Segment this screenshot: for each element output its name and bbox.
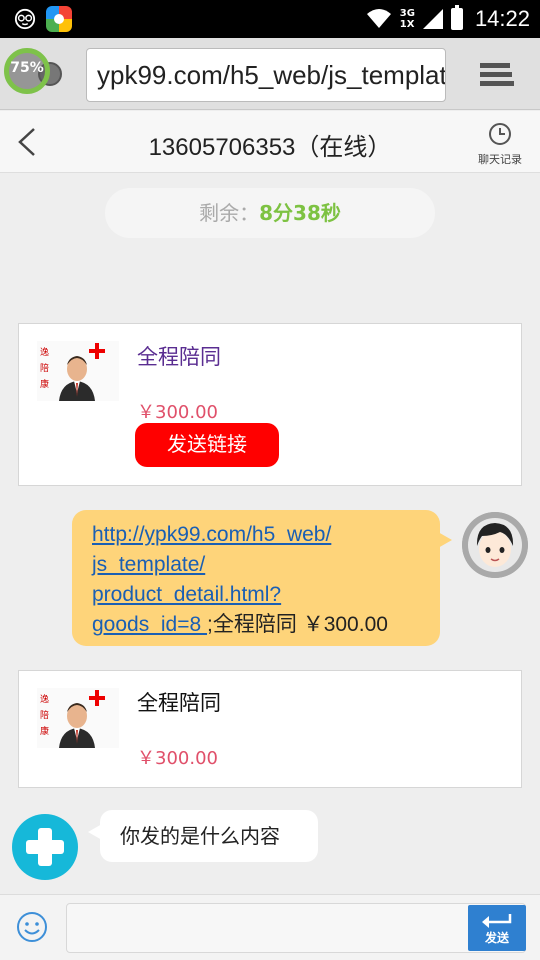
doctor-avatar-icon: 逸 陪 康 bbox=[37, 688, 119, 748]
send-link-button[interactable]: 发送链接 bbox=[135, 423, 279, 467]
product-name: 全程陪同 bbox=[137, 691, 221, 715]
chat-history-button[interactable]: 聊天记录 bbox=[470, 121, 530, 171]
service-avatar[interactable] bbox=[12, 814, 78, 880]
svg-text:陪: 陪 bbox=[40, 709, 49, 721]
status-left bbox=[14, 6, 72, 32]
network-type-top: 3G bbox=[399, 8, 415, 19]
svg-text:陪: 陪 bbox=[40, 362, 49, 374]
emoji-icon[interactable] bbox=[16, 911, 48, 943]
message-input-bar: 发送 bbox=[0, 894, 540, 960]
svg-text:逸: 逸 bbox=[40, 694, 49, 705]
network-type-bottom: 1X bbox=[399, 19, 415, 30]
battery-icon bbox=[450, 5, 463, 30]
signal-icon bbox=[422, 9, 443, 29]
status-bar: 3G 1X 14:22 bbox=[0, 0, 540, 38]
url-bar[interactable]: ypk99.com/h5_web/js_template/ bbox=[86, 48, 446, 102]
doctor-avatar-icon: 逸 陪 康 bbox=[37, 341, 119, 401]
svg-text:康: 康 bbox=[40, 725, 49, 737]
remaining-time-value: 8分38秒 bbox=[259, 201, 341, 225]
user-message-bubble: http://ypk99.com/h5_web/js_template/prod… bbox=[72, 510, 452, 646]
network-type: 3G 1X bbox=[400, 8, 415, 30]
status-clock: 14:22 bbox=[474, 6, 530, 31]
svg-text:逸: 逸 bbox=[40, 347, 49, 358]
chat-history-label: 聊天记录 bbox=[478, 153, 522, 166]
clock-icon bbox=[489, 123, 511, 145]
wifi-icon bbox=[366, 9, 391, 28]
enter-arrow-icon bbox=[482, 914, 512, 928]
product-price: ￥300.00 bbox=[137, 402, 218, 423]
app-market-icon bbox=[46, 6, 72, 32]
send-button-label: 发送 bbox=[484, 931, 509, 945]
svg-text:康: 康 bbox=[40, 378, 49, 390]
page-load-progress[interactable]: 75% bbox=[4, 48, 62, 104]
browser-toolbar: 75% ypk99.com/h5_web/js_template/ bbox=[0, 38, 540, 110]
product-image: 逸 陪 康 bbox=[37, 341, 119, 401]
url-text: ypk99.com/h5_web/js_template/ bbox=[97, 60, 446, 90]
remaining-time-badge: 剩余：8分38秒 bbox=[105, 188, 435, 238]
boy-avatar-icon bbox=[462, 512, 528, 578]
link-line: http://ypk99.com/h5_web/ bbox=[92, 523, 332, 546]
link-line: product_detail.html? bbox=[92, 583, 282, 606]
send-button[interactable]: 发送 bbox=[468, 905, 526, 951]
product-image: 逸 陪 康 bbox=[37, 688, 119, 748]
product-price: ￥300.00 bbox=[137, 748, 218, 769]
progress-percent: 75% bbox=[10, 60, 44, 76]
product-card[interactable]: 逸 陪 康 全程陪同 ￥300.00 bbox=[18, 670, 522, 788]
product-name: 全程陪同 bbox=[137, 345, 221, 369]
product-card[interactable]: 逸 陪 康 全程陪同 ￥300.00 发送链接 bbox=[18, 323, 522, 486]
status-right: 3G 1X 14:22 bbox=[366, 0, 530, 38]
chat-header: 13605706353（在线） 聊天记录 bbox=[0, 111, 540, 173]
menu-icon[interactable] bbox=[478, 60, 514, 90]
user-avatar[interactable] bbox=[462, 512, 528, 578]
remaining-time-label: 剩余： bbox=[199, 201, 260, 225]
message-input[interactable] bbox=[66, 903, 526, 953]
link-line: goods_id=8 bbox=[92, 613, 208, 636]
message-suffix: ;全程陪同 ￥300.00 bbox=[207, 613, 388, 636]
glasses-icon bbox=[14, 8, 36, 30]
service-message-bubble: 你发的是什么内容 bbox=[88, 810, 318, 862]
link-line: js_template/ bbox=[92, 553, 206, 576]
chat-title: 13605706353（在线） bbox=[148, 134, 392, 161]
